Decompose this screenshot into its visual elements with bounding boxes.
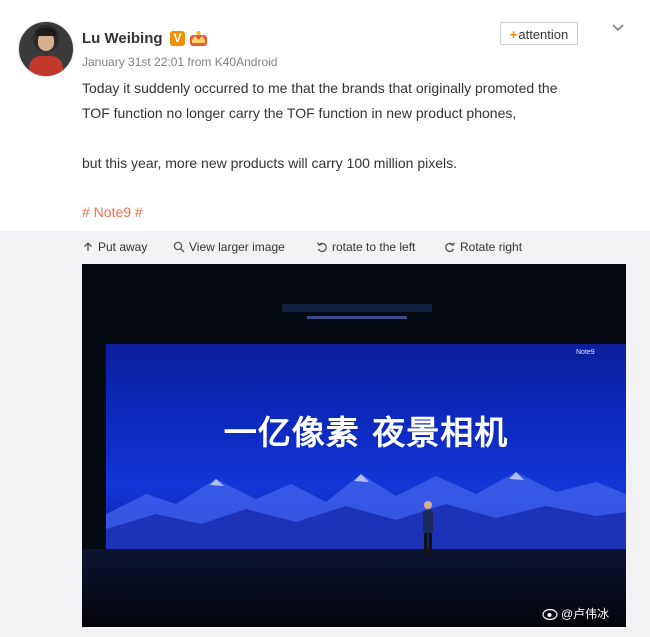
plus-icon: +	[509, 27, 518, 42]
put-away-label: Put away	[98, 240, 148, 254]
presenter-figure	[423, 501, 433, 555]
screen-headline: 一亿像素 夜景相机	[223, 413, 509, 452]
view-larger-label: View larger image	[189, 240, 285, 254]
screen-corner-label: Note9	[576, 349, 595, 356]
mountain-graphic	[106, 472, 626, 549]
weibo-eye-icon	[542, 608, 558, 620]
rotate-left-button[interactable]: rotate to the left	[316, 240, 415, 254]
rotate-right-label: Rotate right	[460, 240, 523, 254]
rotate-right-button[interactable]: Rotate right	[444, 240, 522, 254]
put-away-button[interactable]: Put away	[82, 240, 147, 254]
follow-button[interactable]: +attention	[500, 22, 578, 45]
photo-watermark: @卢伟冰	[542, 605, 609, 622]
post-text-line-1: Today it suddenly occurred to me that th…	[82, 80, 558, 96]
post-photo[interactable]: 一亿像素 夜景相机 Note9 @卢伟冰	[82, 264, 626, 627]
view-larger-button[interactable]: View larger image	[173, 240, 285, 254]
verified-v-icon: V	[170, 31, 185, 46]
avatar[interactable]	[18, 21, 74, 77]
chevron-down-icon[interactable]	[611, 21, 625, 35]
post-meta: January 31st 22:01 from K40Android	[82, 55, 278, 69]
rotate-left-icon	[316, 242, 327, 253]
post-text-line-2: TOF function no longer carry the TOF fun…	[82, 105, 517, 121]
magnifier-icon	[173, 241, 185, 253]
watermark-text: @卢伟冰	[561, 607, 610, 621]
post-text-line-3: but this year, more new products will ca…	[82, 155, 458, 171]
put-away-icon	[84, 242, 92, 251]
rotate-left-label: rotate to the left	[332, 240, 416, 254]
username[interactable]: Lu Weibing	[82, 30, 163, 47]
weibo-post-card: Lu Weibing V January 31st 22:01 from K40…	[0, 0, 650, 637]
rotate-right-icon	[445, 242, 456, 253]
crown-icon	[190, 31, 207, 46]
hashtag-link[interactable]: # Note9 #	[82, 204, 143, 220]
follow-label: attention	[518, 27, 569, 42]
